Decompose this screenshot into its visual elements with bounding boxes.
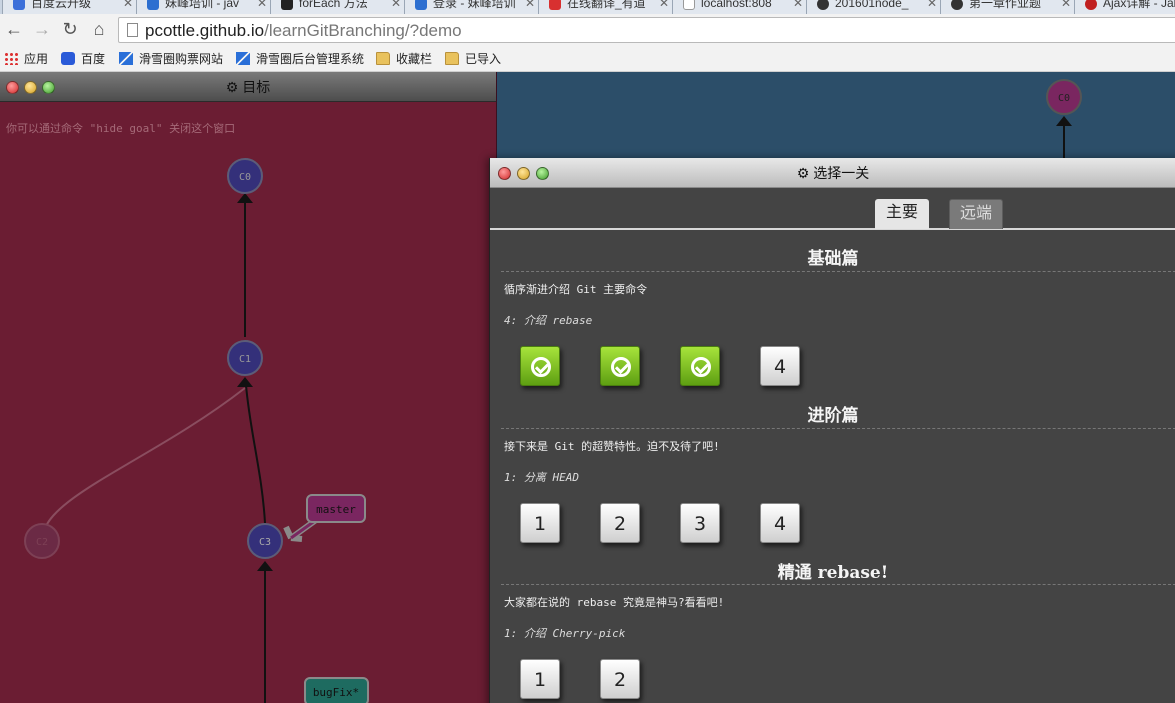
close-tab-icon[interactable]: ✕ — [257, 0, 267, 13]
commit-label: C2 — [36, 537, 48, 548]
folder-icon — [445, 52, 459, 65]
browser-tab[interactable]: localhost:808 ✕ — [672, 0, 810, 14]
site-icon — [1085, 0, 1097, 10]
commit-label: C0 — [239, 172, 251, 183]
browser-tab[interactable]: Ajax详解 - Jab — [1074, 0, 1175, 14]
section-description: 循序渐进介绍 Git 主要命令 — [504, 283, 648, 296]
close-tab-icon[interactable]: ✕ — [793, 0, 803, 13]
level-button-basic-3[interactable] — [680, 346, 720, 386]
browser-toolbar: ← → ↻ ⌂ pcottle.github.io/learnGitBranch… — [0, 14, 1175, 46]
browser-tab-strip: 百度云升级 ✕ 妹峰培训 - jav ✕ forEach 方法 ✕ 登录 - 妹… — [0, 0, 1175, 14]
reload-icon[interactable]: ↻ — [59, 18, 81, 40]
gear-icon: ⚙ — [796, 165, 810, 181]
browser-tab[interactable]: forEach 方法 ✕ — [270, 0, 408, 14]
browser-tab[interactable]: 登录 - 妹峰培训 ✕ — [404, 0, 542, 14]
level-button-basic-1[interactable] — [520, 346, 560, 386]
close-tab-icon[interactable]: ✕ — [927, 0, 937, 13]
goal-commit-graph: C0 C1 C2 C3 master bugFix* — [24, 158, 369, 703]
browser-tab[interactable]: 百度云升级 ✕ — [2, 0, 140, 14]
goal-graph-arrow — [237, 377, 253, 387]
goal-graph-arrow — [257, 561, 273, 571]
section-current-level: 1: 分离 HEAD — [504, 471, 579, 484]
browser-tab[interactable]: 201601node_ ✕ — [806, 0, 944, 14]
site-icon — [281, 0, 293, 10]
baidu-paw-icon — [61, 52, 75, 65]
commit-label: C3 — [259, 537, 271, 548]
level-tabs: 主要 远端 — [490, 188, 1175, 230]
checkmark-icon — [531, 357, 551, 377]
close-tab-icon[interactable]: ✕ — [659, 0, 669, 13]
goal-graph-arrow — [237, 193, 253, 203]
section-description: 接下来是 Git 的超赞特性。迫不及待了吧! — [504, 440, 720, 453]
bookmarks-bar: 应用 百度 滑雪圈购票网站 滑雪圈后台管理系统 收藏栏 已导入 — [0, 46, 1175, 72]
folder-icon — [376, 52, 390, 65]
close-tab-icon[interactable]: ✕ — [525, 0, 535, 13]
commit-label: C1 — [239, 354, 251, 365]
page-icon — [127, 23, 138, 37]
close-tab-icon[interactable]: ✕ — [391, 0, 401, 13]
browser-tab[interactable]: 在线翻译_有道 ✕ — [538, 0, 676, 14]
tab-remote[interactable]: 远端 — [949, 199, 1003, 229]
skiing-icon — [236, 52, 250, 65]
section-current-level: 1: 介绍 Cherry-pick — [504, 627, 626, 640]
apps-icon — [4, 52, 18, 65]
browser-tab[interactable]: 妹峰培训 - jav ✕ — [136, 0, 274, 14]
bookmark-apps[interactable]: 应用 — [4, 50, 48, 68]
github-icon — [951, 0, 963, 10]
url-text[interactable]: pcottle.github.io/learnGitBranching/?dem… — [145, 20, 462, 42]
site-icon — [415, 0, 427, 10]
branch-label-master: master — [316, 503, 356, 516]
site-icon — [147, 0, 159, 10]
level-button-basic-4[interactable]: 4 — [760, 346, 800, 386]
level-button-advanced-2[interactable]: 2 — [600, 503, 640, 543]
close-tab-icon[interactable]: ✕ — [123, 0, 133, 13]
level-button-rebase-1[interactable]: 1 — [520, 659, 560, 699]
level-select-window: ⚙ 选择一关 主要 远端 基础篇 循序渐进介绍 Git 主要命令 4: 介绍 r… — [489, 158, 1175, 703]
commit-label: C0 — [1058, 93, 1070, 104]
section-title: 精通 rebase! — [777, 563, 889, 583]
bookmark-ski-tickets[interactable]: 滑雪圈购票网站 — [119, 50, 223, 68]
back-icon[interactable]: ← — [3, 18, 25, 40]
level-button-advanced-4[interactable]: 4 — [760, 503, 800, 543]
level-button-basic-2[interactable] — [600, 346, 640, 386]
level-button-advanced-3[interactable]: 3 — [680, 503, 720, 543]
bookmark-ski-admin[interactable]: 滑雪圈后台管理系统 — [236, 50, 364, 68]
home-icon[interactable]: ⌂ — [88, 18, 110, 40]
section-current-level: 4: 介绍 rebase — [504, 314, 593, 327]
level-button-rebase-2[interactable]: 2 — [600, 659, 640, 699]
goal-graph-edge — [245, 384, 266, 524]
github-icon — [817, 0, 829, 10]
level-window-titlebar: ⚙ 选择一关 — [490, 158, 1175, 188]
checkmark-icon — [691, 357, 711, 377]
goal-window-title: ⚙ 目标 — [225, 79, 271, 95]
section-divider — [501, 271, 1175, 272]
goal-window: ⚙ 目标 你可以通过命令 "hide goal" 关闭这个窗口 C0 C1 C2… — [0, 72, 497, 703]
forward-icon[interactable]: → — [31, 18, 53, 40]
gear-icon: ⚙ — [225, 79, 239, 95]
section-description: 大家都在说的 rebase 究竟是神马?看看吧! — [504, 596, 725, 609]
browser-tab[interactable]: 第一章作业题 ✕ — [940, 0, 1078, 14]
skiing-icon — [119, 52, 133, 65]
bookmark-baidu[interactable]: 百度 — [61, 50, 105, 68]
section-divider — [501, 584, 1175, 585]
bookmark-folder-imported[interactable]: 已导入 — [445, 50, 501, 68]
tab-main[interactable]: 主要 — [875, 199, 929, 229]
main-graph-arrow — [1056, 116, 1072, 126]
bookmark-folder-favorites[interactable]: 收藏栏 — [376, 50, 432, 68]
branch-label-bugfix: bugFix* — [313, 686, 359, 699]
level-button-advanced-1[interactable]: 1 — [520, 503, 560, 543]
youdao-icon — [549, 0, 561, 10]
close-tab-icon[interactable]: ✕ — [1061, 0, 1071, 13]
address-bar[interactable]: pcottle.github.io/learnGitBranching/?dem… — [118, 17, 1175, 43]
page-icon — [683, 0, 695, 10]
app-canvas: C0 ⚙ 目标 你可以通过命令 "hide goal" 关闭这个窗口 C0 C1 — [0, 72, 1175, 703]
level-window-title: ⚙ 选择一关 — [796, 165, 870, 181]
baidu-cloud-icon — [13, 0, 25, 10]
checkmark-icon — [611, 357, 631, 377]
section-title: 基础篇 — [807, 249, 859, 269]
section-title: 进阶篇 — [807, 406, 859, 426]
goal-graph-edge — [41, 387, 246, 541]
goal-window-titlebar: ⚙ 目标 — [0, 72, 496, 102]
section-divider — [501, 428, 1175, 429]
